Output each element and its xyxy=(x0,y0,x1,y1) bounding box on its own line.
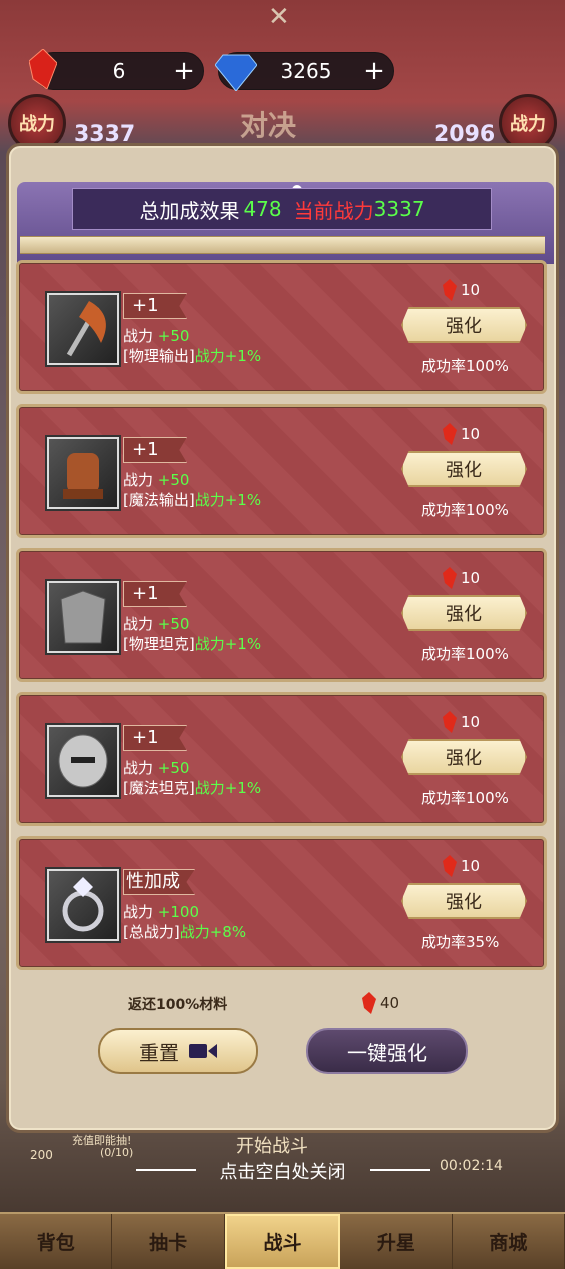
refund-cost: 40 xyxy=(362,992,399,1014)
add-red-gem-button[interactable]: + xyxy=(173,58,195,84)
crossed-swords-icon: ✕ xyxy=(268,2,290,32)
start-battle-behind: 开始战斗 xyxy=(236,1136,308,1157)
enhance-cost: 10 xyxy=(443,711,480,733)
red-crystal-icon xyxy=(443,567,457,589)
video-icon xyxy=(189,1044,217,1058)
enhance-cost: 10 xyxy=(443,855,480,877)
power-stat: 战力 +100 xyxy=(123,903,199,921)
level-ribbon: +1 xyxy=(123,293,187,319)
power-stat: 战力 +50 xyxy=(123,471,190,489)
add-diamond-button[interactable]: + xyxy=(363,58,385,84)
current-power-value: 3337 xyxy=(373,197,425,221)
success-rate: 成功率100% xyxy=(421,645,509,663)
bonus-stat: [总战力]战力+8% xyxy=(123,923,247,941)
diamond-icon xyxy=(215,54,257,91)
red-crystal-icon xyxy=(443,279,457,301)
enhance-cost: 10 xyxy=(443,423,480,445)
armor-icon xyxy=(47,581,119,653)
level-ribbon: +1 xyxy=(123,581,187,607)
axe-icon xyxy=(47,293,119,365)
success-rate: 成功率100% xyxy=(421,501,509,519)
equipment-card: +1 战力 +50 [物理坦克]战力+1% 10 强化 成功率100% xyxy=(16,548,547,682)
gauntlet-icon xyxy=(47,437,119,509)
enhance-button[interactable]: 强化 xyxy=(401,451,527,487)
nav-battle[interactable]: 战斗 xyxy=(224,1214,341,1269)
success-rate: 成功率100% xyxy=(421,789,509,807)
diamond-counter: 3265 + xyxy=(215,52,394,91)
level-ribbon: +1 xyxy=(123,725,187,751)
level-ribbon: +1 xyxy=(123,437,187,463)
diamond-value: 3265 xyxy=(280,59,332,83)
enhance-button[interactable]: 强化 xyxy=(401,739,527,775)
success-rate: 成功率35% xyxy=(421,933,500,951)
close-hint[interactable]: 点击空白处关闭 xyxy=(0,1158,565,1184)
enhance-button[interactable]: 强化 xyxy=(401,307,527,343)
nav-star-up[interactable]: 升星 xyxy=(340,1214,453,1269)
red-crystal-icon xyxy=(443,423,457,445)
enhance-cost: 10 xyxy=(443,567,480,589)
equipment-card: +1 战力 +50 [魔法输出]战力+1% 10 强化 成功率100% xyxy=(16,404,547,538)
reset-button[interactable]: 重置 xyxy=(98,1028,258,1074)
refund-text: 返还100%材料 xyxy=(128,997,228,1013)
equipment-card: +1 战力 +50 [魔法坦克]战力+1% 10 强化 成功率100% xyxy=(16,692,547,826)
bonus-stat: [物理输出]战力+1% xyxy=(123,347,262,365)
helmet-icon xyxy=(47,725,119,797)
game-screen: ✕ 6 + 3265 + 战力 3337 对决 2096 战力 开始战斗 充值即… xyxy=(0,0,565,1269)
vs-title: 对决 xyxy=(240,109,297,142)
one-click-enhance-button[interactable]: 一键强化 xyxy=(306,1028,468,1074)
enhance-cost: 10 xyxy=(443,279,480,301)
red-crystal-icon xyxy=(443,711,457,733)
bonus-value: 478 xyxy=(243,197,282,221)
power-stat: 战力 +50 xyxy=(123,327,190,345)
enhance-button[interactable]: 强化 xyxy=(401,883,527,919)
power-stat: 战力 +50 xyxy=(123,615,190,633)
divider xyxy=(20,236,545,254)
current-power-label: 当前战力 xyxy=(293,198,374,223)
success-rate: 成功率100% xyxy=(421,357,509,375)
power-stat: 战力 +50 xyxy=(123,759,190,777)
red-crystal-icon xyxy=(362,992,376,1014)
bonus-stat: [魔法输出]战力+1% xyxy=(123,491,262,509)
equipment-card: +1 战力 +50 [物理输出]战力+1% 10 强化 成功率100% xyxy=(16,260,547,394)
nav-draw[interactable]: 抽卡 xyxy=(112,1214,225,1269)
level-ribbon: 性加成 xyxy=(123,869,195,895)
ring-icon xyxy=(47,869,119,941)
hint-line-right xyxy=(370,1169,430,1171)
nav-shop[interactable]: 商城 xyxy=(453,1214,565,1269)
bonus-stat: [物理坦克]战力+1% xyxy=(123,635,262,653)
nav-bag[interactable]: 背包 xyxy=(0,1214,113,1269)
bottom-nav: 背包 抽卡 战斗 升星 商城 xyxy=(0,1212,565,1269)
red-gem-value: 6 xyxy=(112,59,126,83)
red-gem-counter: 6 + xyxy=(29,49,204,90)
bonus-stat: [魔法坦克]战力+1% xyxy=(123,779,262,797)
enhance-button[interactable]: 强化 xyxy=(401,595,527,631)
red-crystal-icon xyxy=(29,49,57,89)
total-bonus-bar: 总加成效果 478 当前战力 3337 xyxy=(72,188,492,230)
red-crystal-icon xyxy=(443,855,457,877)
equipment-card: 性加成 战力 +100 [总战力]战力+8% 10 强化 成功率35% xyxy=(16,836,547,970)
